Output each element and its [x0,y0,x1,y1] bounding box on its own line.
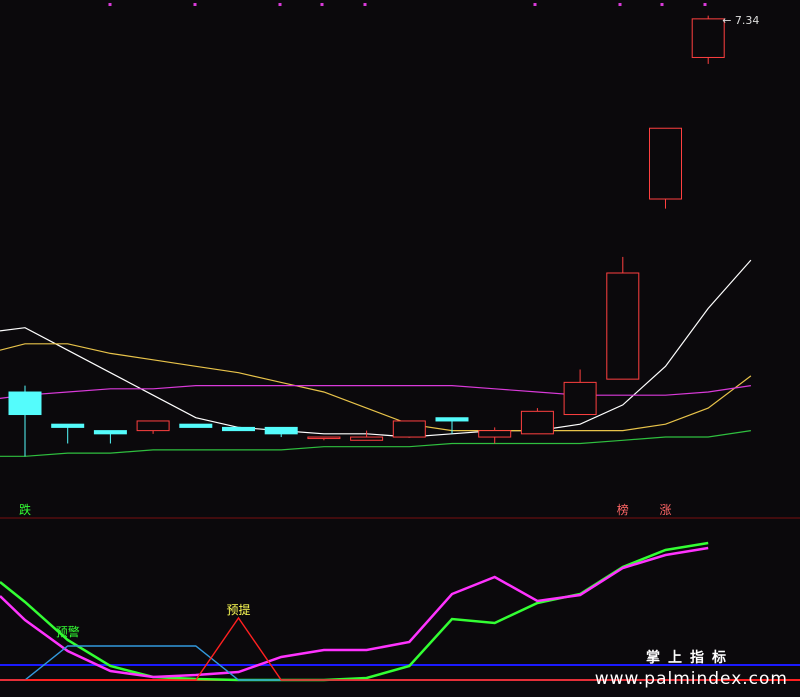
candle [606,256,640,380]
indicator-label: 预警 [56,624,80,639]
candle-body [563,381,597,416]
watermark-url: www.palmindex.com [594,669,788,689]
candle-body [520,410,554,435]
candle [435,417,469,434]
candle [392,420,426,438]
candle [93,430,127,444]
candle [179,423,213,428]
signal-label: 榜 [617,502,629,517]
latest-price-label: ← 7.34 [722,14,759,27]
candle [8,385,42,457]
candle-body [350,436,384,441]
top-marker-dot [533,3,537,6]
candle [264,426,298,438]
candle-body [691,18,725,58]
signal-label: 涨 [659,502,671,517]
candle [691,15,725,64]
top-marker-dot [363,3,367,6]
candle-body [649,127,682,200]
top-marker-dot [660,3,664,6]
candle-body [179,423,213,428]
top-marker-dot [278,3,282,6]
candle [136,420,170,434]
moving-average-line-3 [0,385,751,399]
candlestick-panel: ← 7.34 跌 榜 涨 [0,3,759,517]
candle [350,430,384,441]
candle-body [606,272,640,380]
top-marker-dot [320,3,324,6]
candle-body [51,423,85,428]
indicator-line-2 [0,546,709,679]
candle [51,423,85,444]
indicator-label: 预提 [226,602,250,617]
indicator-line-1 [0,541,709,682]
candle-body [222,426,255,432]
candle-body [435,417,469,422]
top-marker-dot [108,3,112,6]
top-marker-dot [618,3,622,6]
candle-body [392,420,426,438]
candle [307,436,341,441]
candle [478,427,512,444]
signal-label: 跌 [19,502,31,517]
stock-chart: ← 7.34 跌 榜 涨 预警 预提 [0,3,800,682]
watermark-cn: 掌上指标 [646,650,734,666]
candle-body [307,436,341,440]
candle-body [264,426,298,435]
candle [563,369,597,416]
candle [222,426,255,432]
top-marker-dot [703,3,707,6]
candle-body [136,420,170,432]
candle [520,408,554,435]
candle-body [8,391,42,416]
candle-body [93,430,127,435]
top-marker-dot [193,3,197,6]
candle [649,127,682,209]
candle-body [478,430,512,438]
